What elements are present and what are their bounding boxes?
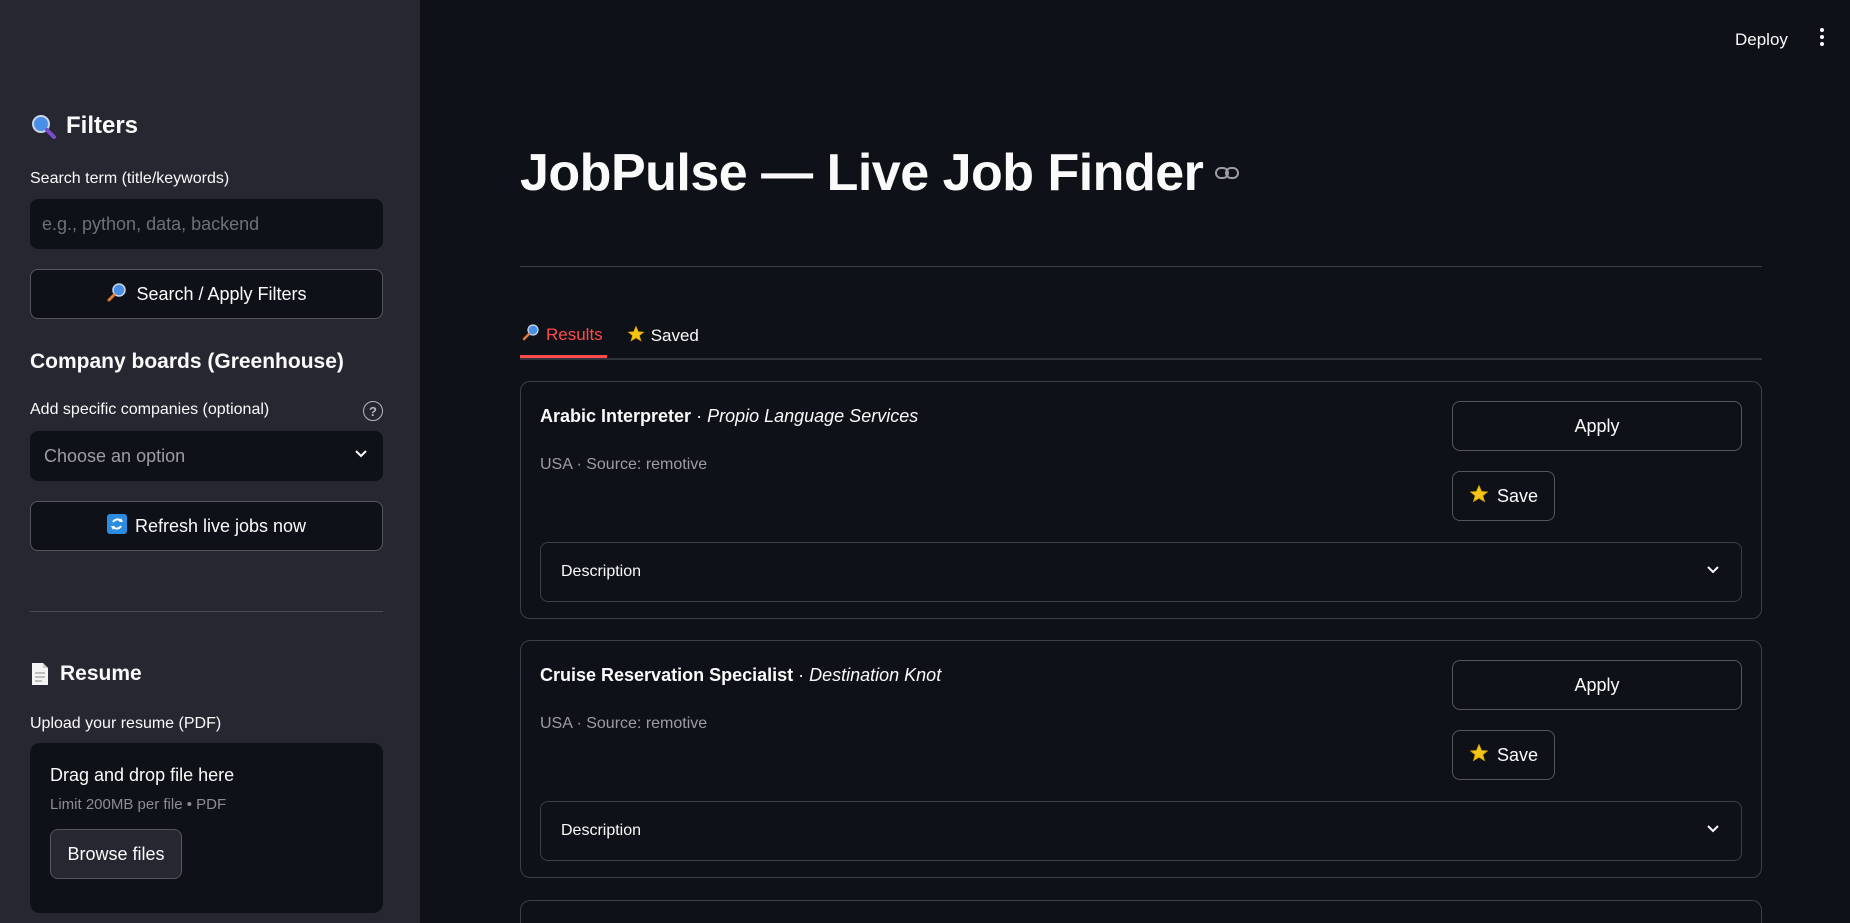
- tab-saved-label: Saved: [650, 326, 699, 345]
- deploy-button[interactable]: Deploy: [1735, 30, 1788, 50]
- page-title-text: JobPulse — Live Job Finder: [520, 144, 1204, 202]
- resume-heading-text: Resume: [60, 662, 142, 685]
- file-dropzone[interactable]: Drag and drop file here Limit 200MB per …: [30, 743, 383, 913]
- sidebar: Filters Search term (title/keywords) Sea…: [0, 0, 420, 923]
- filters-heading: Filters: [30, 112, 138, 140]
- apply-button[interactable]: Apply: [1452, 660, 1742, 710]
- job-title: Arabic Interpreter: [540, 406, 692, 426]
- star-icon: [1469, 484, 1489, 509]
- job-title-line: Arabic Interpreter · Propio Language Ser…: [540, 406, 919, 426]
- job-company: Destination Knot: [809, 665, 942, 685]
- job-title: Cruise Reservation Specialist: [540, 665, 794, 685]
- job-meta: USA · Source: remotive: [540, 456, 708, 473]
- page-title: JobPulse — Live Job Finder: [520, 143, 1240, 203]
- job-card: [520, 900, 1762, 923]
- search-input[interactable]: [30, 199, 383, 249]
- refresh-icon: [106, 513, 127, 539]
- help-icon[interactable]: ?: [363, 401, 383, 421]
- magnifier-icon: [522, 323, 540, 346]
- star-icon: [1469, 743, 1489, 768]
- save-button[interactable]: Save: [1452, 471, 1555, 521]
- upload-label: Upload your resume (PDF): [30, 715, 222, 732]
- tab-bar: Results Saved: [520, 320, 1762, 360]
- description-expander[interactable]: Description: [540, 801, 1742, 861]
- search-apply-label: Search / Apply Filters: [136, 283, 307, 304]
- title-divider: [520, 266, 1762, 267]
- magnifier-icon: [106, 281, 128, 308]
- chevron-down-icon: [1705, 562, 1721, 583]
- job-title-line: Cruise Reservation Specialist · Destinat…: [540, 665, 942, 685]
- companies-select[interactable]: Choose an option: [30, 431, 383, 481]
- star-icon: [627, 325, 645, 348]
- dropzone-title: Drag and drop file here: [50, 765, 235, 785]
- companies-select-value: Choose an option: [44, 445, 186, 466]
- chevron-down-icon: [1705, 821, 1721, 842]
- description-expander[interactable]: Description: [540, 542, 1742, 602]
- chevron-down-icon: [353, 446, 369, 467]
- refresh-jobs-button[interactable]: Refresh live jobs now: [30, 501, 383, 551]
- link-icon[interactable]: [1215, 166, 1240, 180]
- tab-saved[interactable]: Saved: [625, 320, 703, 358]
- job-card: Cruise Reservation Specialist · Destinat…: [520, 640, 1762, 878]
- document-icon: [30, 662, 50, 686]
- magnifier-icon: [30, 113, 56, 139]
- save-button[interactable]: Save: [1452, 730, 1555, 780]
- search-label: Search term (title/keywords): [30, 170, 230, 187]
- browse-files-button[interactable]: Browse files: [50, 829, 182, 879]
- save-label: Save: [1496, 744, 1539, 765]
- description-label: Description: [561, 563, 642, 580]
- job-card: Arabic Interpreter · Propio Language Ser…: [520, 381, 1762, 619]
- companies-label: Add specific companies (optional): [30, 401, 270, 418]
- dropzone-limit: Limit 200MB per file • PDF: [50, 796, 227, 813]
- filters-heading-text: Filters: [66, 112, 139, 139]
- description-label: Description: [561, 822, 642, 839]
- save-label: Save: [1496, 485, 1539, 506]
- sidebar-divider: [30, 611, 383, 612]
- refresh-jobs-label: Refresh live jobs now: [134, 515, 307, 536]
- tab-results-label: Results: [546, 324, 603, 344]
- tab-results[interactable]: Results: [520, 320, 607, 358]
- resume-heading: Resume: [30, 662, 142, 686]
- job-meta: USA · Source: remotive: [540, 715, 708, 732]
- search-apply-button[interactable]: Search / Apply Filters: [30, 269, 383, 319]
- job-company: Propio Language Services: [707, 406, 919, 426]
- company-boards-heading: Company boards (Greenhouse): [30, 350, 344, 373]
- kebab-menu-icon[interactable]: [1818, 28, 1826, 50]
- apply-button[interactable]: Apply: [1452, 401, 1742, 451]
